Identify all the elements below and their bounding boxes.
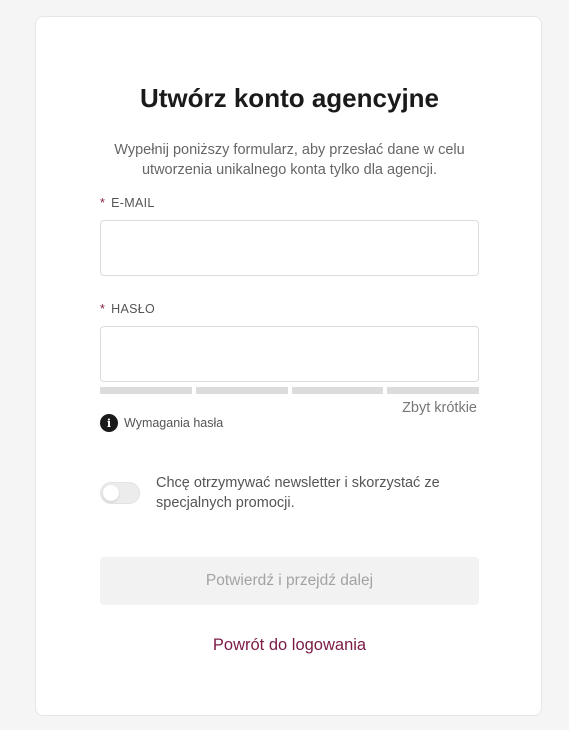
- newsletter-label: Chcę otrzymywać newsletter i skorzystać …: [156, 475, 440, 511]
- password-strength-text: Zbyt krótkie: [402, 400, 477, 416]
- signup-card: Utwórz konto agencyjne Wypełnij poniższy…: [35, 16, 542, 716]
- password-requirements-label: Wymagania hasła: [124, 416, 224, 430]
- required-marker: *: [100, 196, 106, 210]
- email-field[interactable]: [100, 220, 479, 276]
- password-field[interactable]: [100, 326, 479, 382]
- password-strength-meter: [100, 387, 479, 394]
- page-title: Utwórz konto agencyjne: [139, 83, 440, 113]
- strength-segment: [100, 387, 192, 394]
- email-label: * E-MAIL: [100, 195, 155, 211]
- info-icon: i: [100, 414, 118, 432]
- strength-segment: [195, 387, 288, 394]
- required-marker: *: [100, 302, 106, 316]
- form-description: Wypełnij poniższy formularz, aby przesła…: [114, 142, 465, 178]
- password-label: * HASŁO: [100, 301, 155, 317]
- back-to-login-link[interactable]: Powrót do logowania: [36, 634, 543, 656]
- password-label-text: HASŁO: [111, 302, 156, 316]
- strength-segment: [387, 387, 479, 394]
- submit-button[interactable]: Potwierdź i przejdź dalej: [100, 557, 479, 605]
- toggle-knob: [103, 485, 119, 501]
- strength-segment: [291, 387, 384, 394]
- password-requirements-toggle[interactable]: i Wymagania hasła: [100, 414, 223, 432]
- newsletter-toggle[interactable]: [100, 482, 140, 504]
- email-label-text: E-MAIL: [111, 196, 155, 210]
